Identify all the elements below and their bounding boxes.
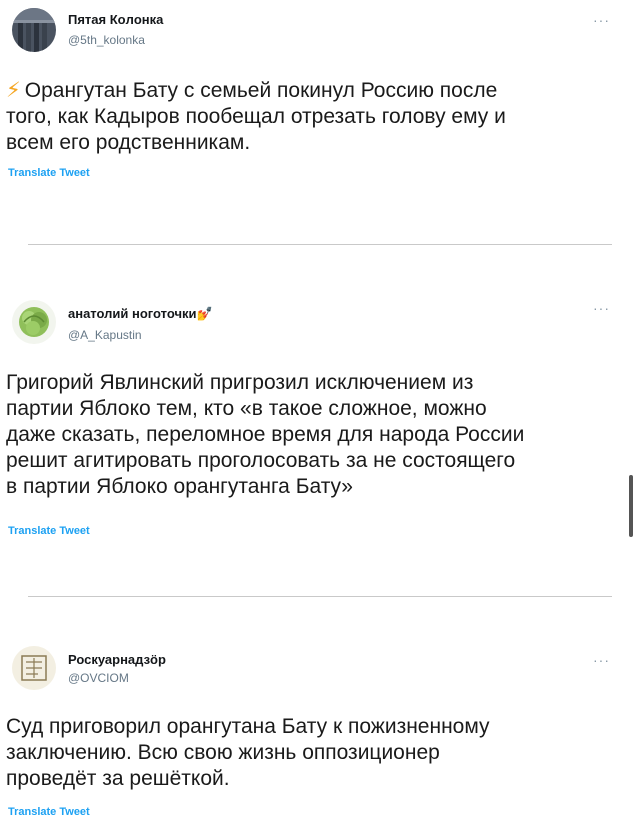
translate-tweet-link[interactable]: Translate Tweet bbox=[8, 806, 90, 818]
tweet-3: Роскуарнадзöр @OVCIOM ··· Суд приговорил… bbox=[0, 640, 640, 822]
stamp-avatar-icon[interactable] bbox=[12, 646, 56, 690]
translate-tweet-link[interactable]: Translate Tweet bbox=[8, 525, 90, 537]
more-options-icon[interactable]: ··· bbox=[593, 300, 610, 316]
tweet-line: в партии Яблоко орангутанга Бату» bbox=[6, 475, 353, 498]
author-handle[interactable]: @A_Kapustin bbox=[68, 328, 142, 342]
author-handle[interactable]: @5th_kolonka bbox=[68, 33, 145, 47]
tweet-line: партии Яблоко тем, кто «в такое сложное,… bbox=[6, 397, 487, 420]
lightning-icon: ⚡ bbox=[6, 79, 21, 102]
translate-tweet-link[interactable]: Translate Tweet bbox=[8, 167, 90, 179]
tweet-line: Григорий Явлинский пригрозил исключением… bbox=[6, 371, 474, 394]
tweet-line: Орангутан Бату с семьей покинул Россию п… bbox=[24, 79, 498, 102]
more-options-icon[interactable]: ··· bbox=[593, 12, 610, 28]
tweet-2: анатолий ноготочки💅 @A_Kapustin ··· Григ… bbox=[0, 290, 640, 550]
building-avatar-icon[interactable] bbox=[12, 8, 56, 52]
cabbage-avatar-icon[interactable] bbox=[12, 300, 56, 344]
tweet-text: Суд приговорил орангутана Бату к пожизне… bbox=[6, 714, 626, 792]
tweet-text: Григорий Явлинский пригрозил исключением… bbox=[6, 370, 626, 500]
tweet-line: Суд приговорил орангутана Бату к пожизне… bbox=[6, 715, 490, 738]
tweet-line: того, как Кадыров пообещал отрезать голо… bbox=[6, 105, 506, 128]
divider bbox=[28, 596, 612, 597]
tweet-line: всем его родственникам. bbox=[6, 131, 251, 154]
tweet-line: проведёт за решёткой. bbox=[6, 767, 230, 790]
author-name[interactable]: анатолий ноготочки💅 bbox=[68, 306, 213, 322]
tweet-1: Пятая Кoлoнка @5th_kolonka ··· ⚡ Орангута… bbox=[0, 0, 640, 240]
scrollbar[interactable] bbox=[629, 475, 633, 537]
more-options-icon[interactable]: ··· bbox=[593, 652, 610, 668]
divider bbox=[28, 244, 612, 245]
author-name[interactable]: Роскуарнадзöр bbox=[68, 652, 166, 667]
author-handle[interactable]: @OVCIOM bbox=[68, 671, 129, 685]
tweet-line: даже сказать, переломное время для народ… bbox=[6, 423, 525, 446]
author-name[interactable]: Пятая Кoлoнка bbox=[68, 12, 163, 27]
tweet-line: заключению. Всю свою жизнь оппозиционер bbox=[6, 741, 440, 764]
tweet-text: ⚡ Орангутан Бату с семьей покинул Россию … bbox=[6, 78, 626, 156]
tweet-line: решит агитировать проголосовать за не со… bbox=[6, 449, 516, 472]
